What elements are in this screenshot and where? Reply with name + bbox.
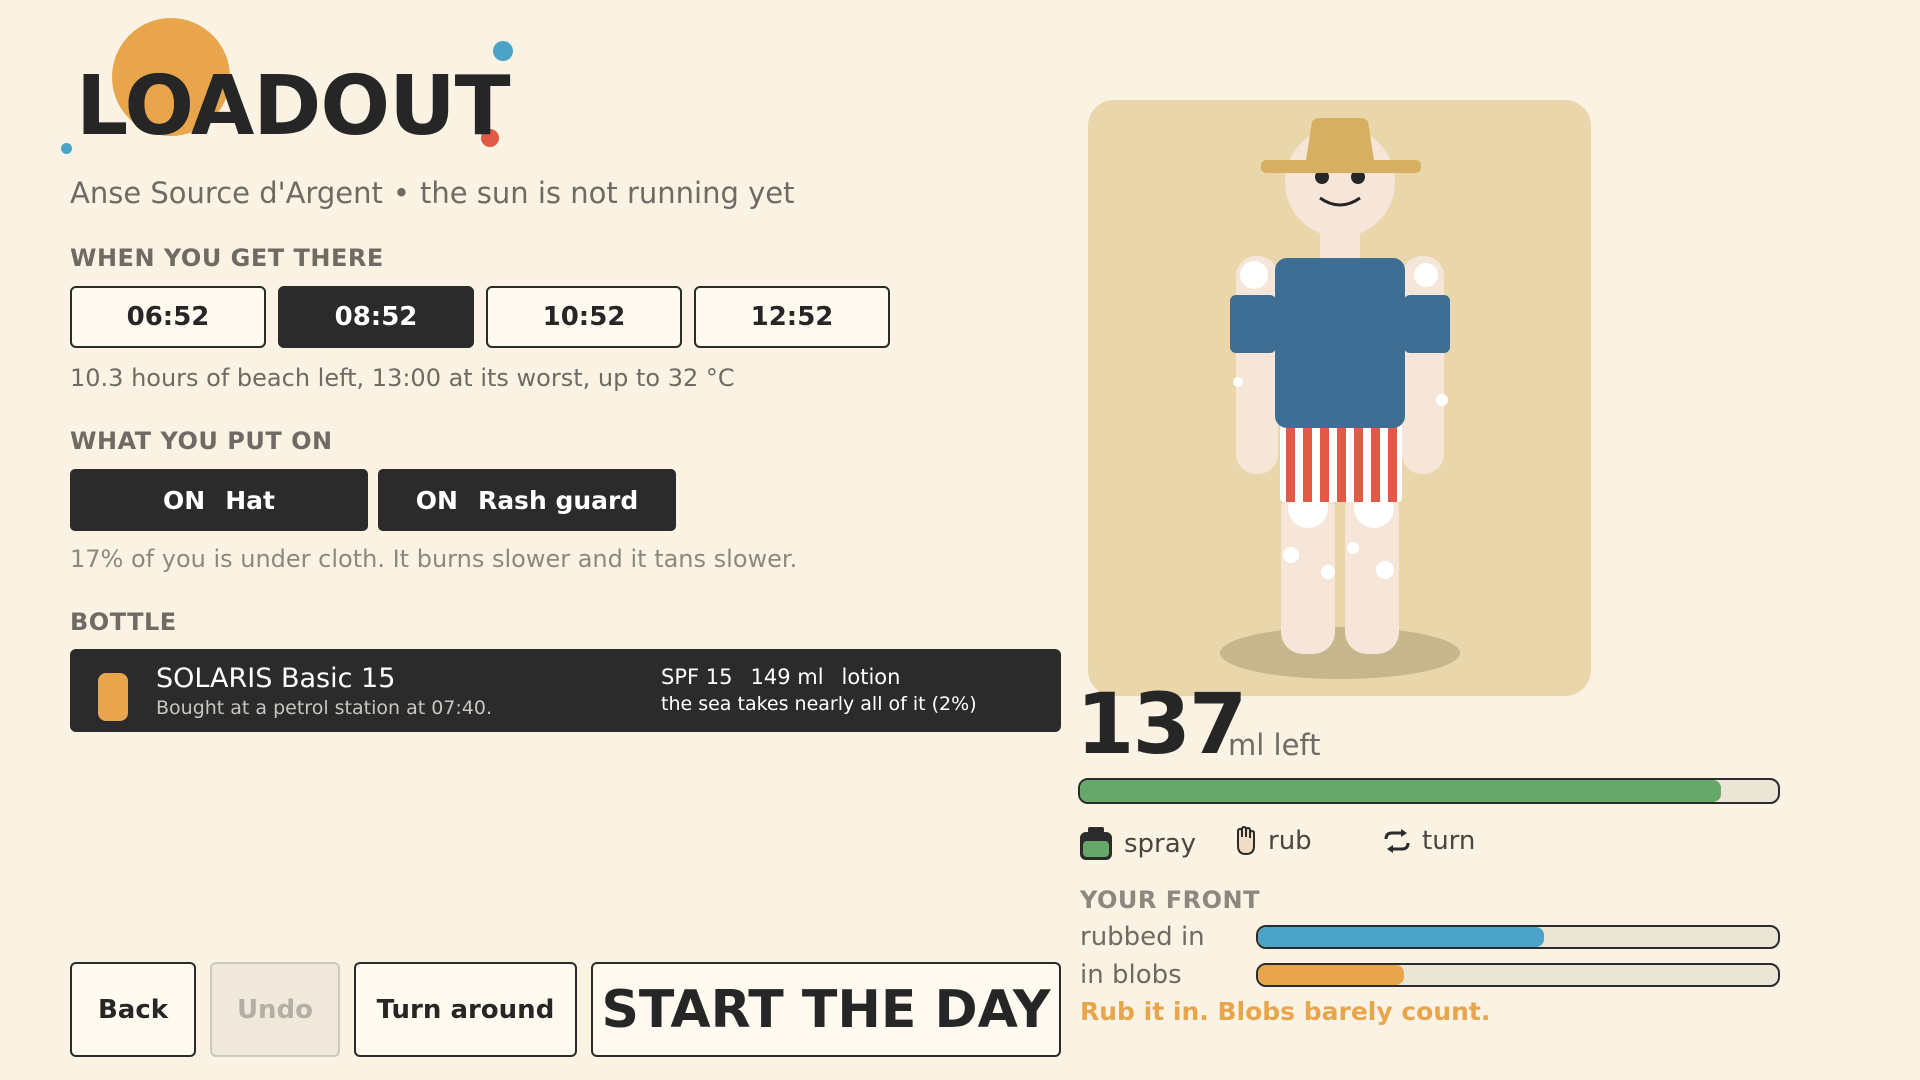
rubbed-in-bar — [1256, 925, 1780, 949]
front-heading: YOUR FRONT — [1080, 886, 1260, 914]
spray-tool[interactable]: spray — [1078, 826, 1196, 862]
start-day-button[interactable]: START THE DAY — [591, 962, 1061, 1057]
turn-around-button[interactable]: Turn around — [354, 962, 577, 1057]
bottle-spf: SPF 15 — [661, 665, 733, 689]
toggle-hat-button[interactable]: ON Hat — [70, 469, 368, 531]
bottle-heading: BOTTLE — [70, 608, 177, 636]
character-shadow — [1220, 627, 1460, 679]
coverage-hint: Rub it in. Blobs barely count. — [1080, 997, 1491, 1026]
bottle-specs: SPF 15 149 ml lotion — [661, 665, 918, 689]
blobs-bar — [1256, 963, 1780, 987]
subtitle: Anse Source d'Argent • the sun is not runn… — [70, 176, 794, 210]
time-option-1252[interactable]: 12:52 — [694, 286, 890, 348]
rash-guard-sleeve-left — [1230, 295, 1276, 353]
turn-arrows-icon — [1384, 829, 1410, 853]
rubbed-in-fill — [1258, 927, 1544, 947]
rubbed-in-label: rubbed in — [1080, 922, 1205, 952]
toggle-rash-guard-button[interactable]: ON Rash guard — [378, 469, 676, 531]
bottle-kind: lotion — [841, 665, 901, 689]
turn-tool[interactable]: turn — [1382, 826, 1475, 856]
time-option-1052[interactable]: 10:52 — [486, 286, 682, 348]
sunscreen-level-fill — [1080, 780, 1722, 802]
right-arm — [1402, 256, 1444, 474]
arrival-info: 10.3 hours of beach left, 13:00 at its w… — [70, 364, 735, 392]
rub-label: rub — [1268, 826, 1312, 856]
spray-icon — [1080, 827, 1112, 860]
undo-button[interactable]: Undo — [210, 962, 340, 1057]
spray-label: spray — [1124, 829, 1197, 859]
blobs-fill — [1258, 965, 1404, 985]
turn-label: turn — [1422, 826, 1476, 856]
bottle-card[interactable]: SOLARIS Basic 15 Bought at a petrol stat… — [70, 649, 1061, 732]
bottle-volume: 149 ml — [750, 665, 824, 689]
back-button[interactable]: Back — [70, 962, 196, 1057]
hand-icon — [1237, 826, 1255, 856]
rash-guard-sleeve-right — [1404, 295, 1450, 353]
rub-tool[interactable]: rub — [1234, 826, 1312, 856]
hat-brim — [1261, 160, 1421, 173]
bottle-name: SOLARIS Basic 15 — [156, 663, 396, 694]
character-figure — [1220, 118, 1460, 679]
clothing-info: 17% of you is under cloth. It burns slow… — [70, 545, 798, 573]
small-blue-dot-decoration — [61, 143, 72, 154]
rash-guard — [1275, 258, 1405, 428]
hat-crown — [1306, 118, 1374, 160]
rash-guard-state: ON — [415, 485, 458, 515]
sun-status: the sun is not running yet — [419, 176, 795, 210]
sunscreen-level-bar — [1078, 778, 1780, 804]
subtitle-separator: • — [392, 176, 410, 210]
blue-dot-decoration — [493, 41, 513, 61]
rash-guard-label: Rash guard — [477, 485, 639, 515]
blobs-label: in blobs — [1080, 960, 1182, 990]
bottle-origin: Bought at a petrol station at 07:40. — [156, 697, 492, 719]
clothing-heading: WHAT YOU PUT ON — [70, 427, 333, 455]
arrival-heading: WHEN YOU GET THERE — [70, 244, 384, 272]
bottle-water-note: the sea takes nearly all of it (2%) — [661, 693, 977, 715]
left-arm — [1236, 256, 1278, 474]
hat-label: Hat — [225, 485, 275, 515]
page-title: LOADOUT — [76, 59, 511, 154]
time-option-0652[interactable]: 06:52 — [70, 286, 266, 348]
ml-left-unit: ml left — [1228, 728, 1321, 762]
location-name: Anse Source d'Argent — [70, 176, 383, 210]
time-option-0852[interactable]: 08:52 — [278, 286, 474, 348]
hat-state: ON — [163, 485, 206, 515]
ml-left-count: 137 — [1076, 675, 1247, 773]
character-preview[interactable] — [1088, 100, 1591, 696]
bottle-icon — [98, 673, 128, 721]
